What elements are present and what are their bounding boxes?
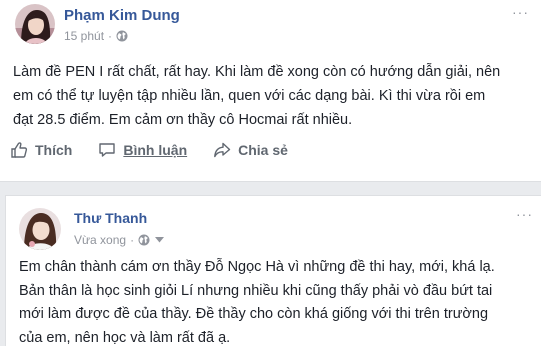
- post-text-line: đạt 28.5 điểm. Em cảm ơn thầy cô Hocmai …: [13, 112, 353, 128]
- post-text-line: mới làm được đề của thầy. Đề thầy cho cò…: [19, 306, 489, 322]
- author-name[interactable]: Phạm Kim Dung: [64, 7, 180, 24]
- author-name[interactable]: Thư Thanh: [74, 210, 147, 226]
- post-meta: 15 phút ·: [64, 29, 128, 43]
- post-text-line: Làm đề PEN I rất chất, rất hay. Khi làm …: [13, 64, 501, 80]
- share-button[interactable]: Chia sẻ: [213, 141, 288, 159]
- chevron-down-icon[interactable]: [155, 237, 165, 243]
- meta-separator: ·: [130, 233, 135, 247]
- post-text-line: Em chân thành cám ơn thầy Đỗ Ngọc Hà vì …: [19, 259, 495, 275]
- timestamp[interactable]: 15 phút: [64, 29, 104, 43]
- share-arrow-icon: [213, 141, 238, 159]
- post-text: Em chân thành cám ơn thầy Đỗ Ngọc Hà vì …: [19, 256, 495, 346]
- avatar[interactable]: [15, 4, 55, 44]
- timestamp[interactable]: Vừa xong: [74, 233, 126, 247]
- meta-separator: ·: [108, 29, 113, 43]
- post-text-line: em có thể tự luyện tập nhiều lần, quen v…: [13, 88, 486, 104]
- news-feed: Phạm Kim Dung 15 phút · ··· Làm đề PEN I…: [0, 0, 541, 346]
- comment-icon: [98, 141, 123, 159]
- post-text: Làm đề PEN I rất chất, rất hay. Khi làm …: [13, 60, 500, 132]
- share-label: Chia sẻ: [238, 142, 288, 158]
- comment-button[interactable]: Bình luận: [98, 141, 187, 159]
- avatar[interactable]: [19, 208, 61, 250]
- more-options-icon[interactable]: ···: [512, 4, 529, 20]
- post-card: Thư Thanh Vừa xong · ··· Em chân thành c…: [5, 195, 541, 346]
- like-label: Thích: [35, 142, 73, 158]
- globe-icon: [116, 30, 128, 42]
- post-text-line: Bản thân là học sinh giỏi Lí nhưng nhiều…: [19, 282, 493, 299]
- post-card: Phạm Kim Dung 15 phút · ··· Làm đề PEN I…: [0, 0, 541, 182]
- post-meta: Vừa xong ·: [74, 233, 165, 247]
- comment-label: Bình luận: [123, 142, 188, 158]
- more-options-icon[interactable]: ···: [516, 206, 533, 222]
- like-button[interactable]: Thích: [10, 141, 72, 159]
- post-text-line: của em, nên học và làm rất đã ạ.: [19, 329, 231, 346]
- globe-icon: [138, 234, 150, 246]
- post-actions: Thích Bình luận Chia sẻ: [10, 141, 314, 159]
- thumbs-up-icon: [10, 141, 35, 159]
